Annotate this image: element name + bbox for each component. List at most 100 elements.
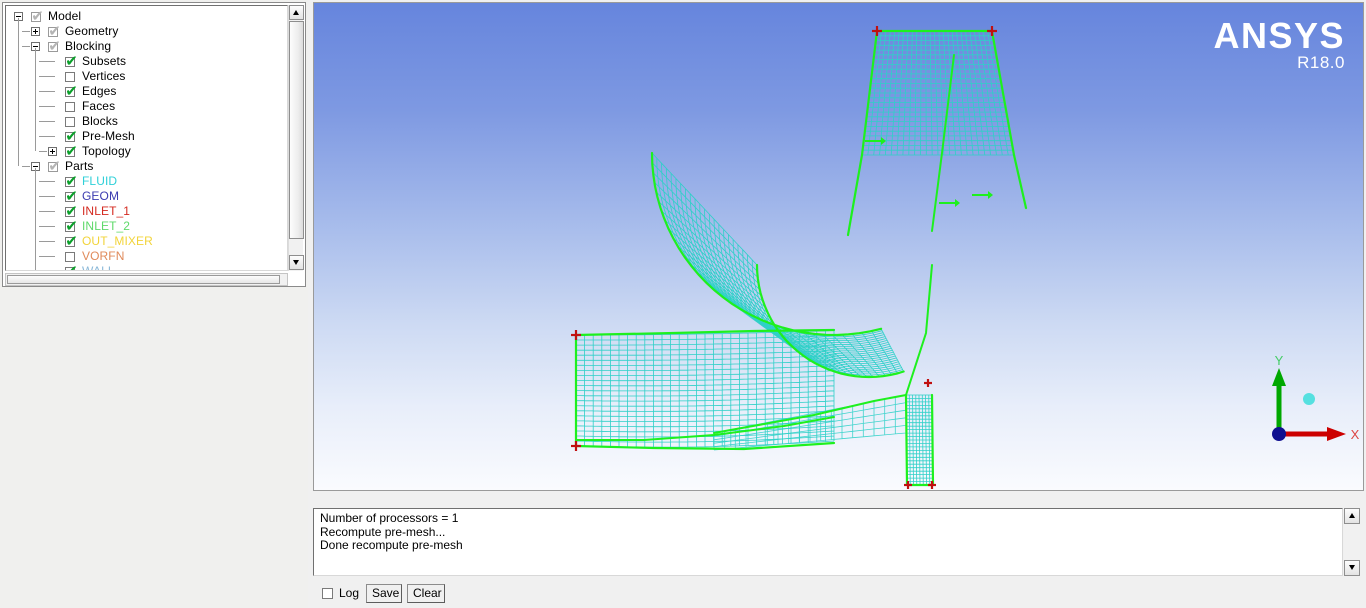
tree-item-label: INLET_2 [82,219,130,234]
tree-item-fluid[interactable]: ✔ FLUID [6,174,287,189]
tree-item-checkbox[interactable]: ✔ [65,57,75,67]
tree-item-checkbox[interactable]: ✔ [65,87,75,97]
tree-item-label: WALL [82,264,115,271]
tree-expand-icon[interactable] [48,147,57,156]
tree-connector-horizontal [39,76,55,77]
tree-connector-horizontal [22,31,30,32]
tree-item-checkbox[interactable]: ✔ [65,72,75,82]
mesh-grid [862,31,1014,155]
tree-item-pre-mesh[interactable]: ✔Pre-Mesh [6,129,287,144]
tree-expand-icon[interactable] [31,27,40,36]
tree-item-parts[interactable]: ✔Parts [6,159,287,174]
tree-item-edges[interactable]: ✔ Edges [6,84,287,99]
tree-connector-vertical [35,48,36,151]
log-checkbox-label: Log [339,586,359,600]
tree-item-checkbox[interactable]: ✔ [65,117,75,127]
log-checkbox[interactable] [322,588,333,599]
tree-item-out-mixer[interactable]: ✔OUT_MIXER [6,234,287,249]
message-line: Recompute pre-mesh... [314,526,1342,540]
graphics-viewport[interactable]: ANSYS R18.0 Y X [313,2,1364,491]
tree-item-subsets[interactable]: ✔Subsets [6,54,287,69]
save-button[interactable]: Save [366,584,402,603]
tree-scroll-thumb[interactable] [289,21,304,239]
mesh-grid [714,395,906,450]
tree-connector-horizontal [39,121,55,122]
tree-scroll-down-button[interactable] [289,255,304,270]
tree-horizontal-scrollbar[interactable] [5,273,288,286]
chevron-up-icon [1349,513,1355,518]
message-line: Done recompute pre-mesh [314,539,1342,553]
mesh-grid [906,395,933,485]
tree-scroll-up-button[interactable] [289,5,304,20]
message-vertical-scrollbar[interactable] [1344,508,1360,576]
block-edge [848,31,877,235]
tree-item-checkbox[interactable]: ✔ [65,267,75,271]
tree-item-checkbox[interactable]: ✔ [65,222,75,232]
tree-connector-horizontal [39,256,55,257]
tree-item-checkbox[interactable]: ✔ [65,147,75,157]
chevron-up-icon [293,10,299,15]
message-log-textarea[interactable]: Number of processors = 1Recompute pre-me… [313,508,1343,576]
tree-item-checkbox[interactable]: ✔ [65,192,75,202]
check-icon: ✔ [65,264,78,271]
tree-item-geom[interactable]: ✔ GEOM [6,189,287,204]
clear-button[interactable]: Clear [407,584,445,603]
block-edge [932,55,954,231]
tree-item-label: Faces [82,99,115,114]
tree-connector-horizontal [39,136,55,137]
triad-z-axis-dot [1303,393,1315,405]
check-icon: ✔ [65,234,78,248]
tree-item-label: GEOM [82,189,119,204]
tree-item-faces[interactable]: ✔ Faces [6,99,287,114]
message-scroll-up-button[interactable] [1344,508,1360,524]
tree-hscroll-thumb[interactable] [7,275,280,284]
axis-triad[interactable]: Y X [1251,348,1361,458]
tree-item-checkbox[interactable]: ✔ [48,42,58,52]
message-panel: Number of processors = 1Recompute pre-me… [313,508,1364,606]
block-edge [906,265,932,395]
model-tree-viewport[interactable]: ✔Model✔Geometry✔Blocking✔Subsets✔Vertice… [5,5,288,271]
tree-item-checkbox[interactable]: ✔ [65,207,75,217]
block-edge [906,395,907,485]
tree-item-vorfn[interactable]: ✔ VORFN [6,249,287,264]
tree-item-checkbox[interactable]: ✔ [65,102,75,112]
tree-item-wall[interactable]: ✔ WALL [6,264,287,271]
tree-item-checkbox[interactable]: ✔ [65,132,75,142]
check-icon: ✔ [65,54,78,68]
tree-item-label: Edges [82,84,117,99]
tree-item-vertices[interactable]: ✔Vertices [6,69,287,84]
tree-connector-vertical [35,168,36,271]
tree-item-checkbox[interactable]: ✔ [65,177,75,187]
tree-item-checkbox[interactable]: ✔ [65,252,75,262]
triad-y-label: Y [1275,353,1284,368]
block-vertex-marker [571,441,581,451]
tree-item-blocking[interactable]: ✔Blocking [6,39,287,54]
triad-y-arrowhead [1272,368,1286,386]
tree-item-inlet-2[interactable]: ✔ INLET_2 [6,219,287,234]
block-vertex-marker [872,26,882,36]
tree-vertical-scrollbar[interactable] [288,5,303,271]
tree-item-checkbox[interactable]: ✔ [48,27,58,37]
check-icon: ✔ [48,39,61,53]
tree-connector-horizontal [39,91,55,92]
tree-item-checkbox[interactable]: ✔ [48,162,58,172]
message-scroll-down-button[interactable] [1344,560,1360,576]
block-edge [932,395,933,485]
tree-item-checkbox[interactable]: ✔ [65,237,75,247]
chevron-down-icon [293,260,299,265]
model-tree-panel: ✔Model✔Geometry✔Blocking✔Subsets✔Vertice… [2,2,306,287]
tree-item-label: FLUID [82,174,117,189]
pre-mesh-geometry[interactable] [314,3,1364,491]
tree-connector-horizontal [39,226,55,227]
tree-item-blocks[interactable]: ✔ Blocks [6,114,287,129]
tree-item-label: Blocks [82,114,118,129]
check-icon: ✔ [65,204,78,218]
tree-item-checkbox[interactable]: ✔ [31,12,41,22]
check-icon: ✔ [65,174,78,188]
chevron-down-icon [1349,565,1355,570]
tree-item-inlet-1[interactable]: ✔INLET_1 [6,204,287,219]
tree-item-label: Geometry [65,24,118,39]
tree-item-label: Topology [82,144,131,159]
tree-item-label: VORFN [82,249,125,264]
check-icon: ✔ [65,84,78,98]
